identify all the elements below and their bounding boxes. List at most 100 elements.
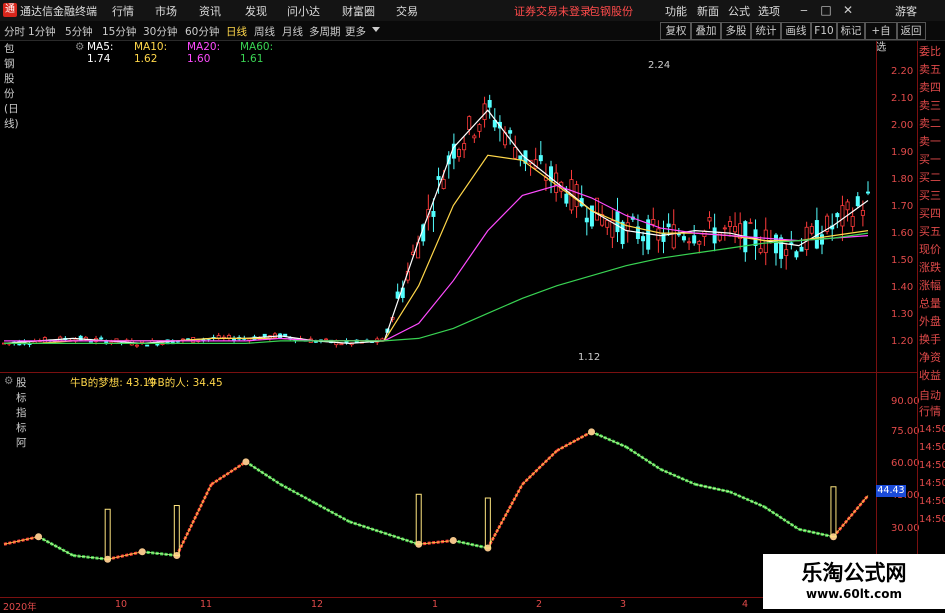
multi-stock-button[interactable]: 多股 [720, 22, 752, 40]
sidebar-item[interactable]: 卖四 [919, 81, 945, 95]
candle-body [666, 223, 671, 228]
sidebar-item[interactable]: 涨跌 [919, 261, 945, 275]
price-tick: 1.20 [891, 336, 914, 347]
app-logo: 通 [3, 3, 17, 17]
candle-body [845, 201, 850, 211]
menu-bar: 通 通达信金融终端 行情 市场 资讯 发现 问小达 财富圈 交易 证券交易未登录… [0, 0, 945, 22]
sidebar-item[interactable]: 换手 [919, 333, 945, 347]
menu-options[interactable]: 选项 [758, 3, 780, 19]
price-chart[interactable] [0, 55, 876, 371]
menu-ask[interactable]: 问小达 [287, 3, 320, 19]
sidebar-item[interactable]: 行情 [919, 405, 945, 419]
adjust-button[interactable]: 复权 [660, 22, 692, 40]
overlay-button[interactable]: 叠加 [690, 22, 722, 40]
sidebar-item[interactable]: 买二 [919, 171, 945, 185]
sidebar-item[interactable]: 卖一 [919, 135, 945, 149]
current-value-badge: 44.43 [876, 485, 906, 497]
candle-body [835, 213, 840, 218]
candle-body [758, 248, 763, 253]
indicator-core-line [245, 461, 281, 485]
sidebar-item[interactable]: 买一 [919, 153, 945, 167]
mark-button[interactable]: 标记 [836, 22, 866, 40]
period-tab[interactable]: 30分钟 [143, 24, 177, 39]
indicator-core-line [349, 521, 385, 534]
period-tab[interactable]: 5分钟 [65, 24, 93, 39]
menu-functions[interactable]: 功能 [665, 3, 687, 19]
f10-button[interactable]: F10 [810, 22, 838, 40]
indicator-core-line [625, 446, 661, 470]
candle-body [712, 227, 717, 244]
menu-trade[interactable]: 交易 [396, 3, 418, 19]
candle-body [722, 227, 727, 230]
indicator-core-line [211, 461, 247, 485]
sidebar-item[interactable]: 净资 [919, 351, 945, 365]
candle-body [860, 210, 865, 216]
price-tick: 1.80 [891, 174, 914, 185]
candle-body [145, 344, 150, 347]
settings-icon[interactable]: ⚙ [75, 41, 84, 53]
sidebar-item[interactable]: 委比 [919, 45, 945, 59]
sub-tick: 60.00 [891, 458, 920, 469]
sidebar-time: 14:50 [919, 514, 945, 525]
statistics-button[interactable]: 统计 [750, 22, 782, 40]
watermark-name: 乐淘公式网 [801, 561, 907, 585]
settings-icon[interactable]: ⚙ [4, 375, 13, 387]
guest-label[interactable]: 游客 [895, 3, 917, 19]
period-tab[interactable]: 15分钟 [102, 24, 136, 39]
candle-body [676, 233, 681, 236]
indicator-core-line [591, 431, 627, 448]
menu-wealth[interactable]: 财富圈 [342, 3, 375, 19]
sidebar-item[interactable]: 卖五 [919, 63, 945, 77]
sidebar-item[interactable]: 买五 [919, 225, 945, 239]
period-tab[interactable]: 多周期 [309, 24, 341, 39]
period-tab[interactable]: 60分钟 [185, 24, 219, 39]
period-tab[interactable]: 更多 [345, 24, 366, 39]
menu-discover[interactable]: 发现 [245, 3, 267, 19]
sidebar-item[interactable]: 涨幅 [919, 279, 945, 293]
candle-body [431, 211, 436, 217]
back-button[interactable]: 返回 [896, 22, 926, 40]
period-tab[interactable]: 分时 [4, 24, 25, 39]
menu-formula[interactable]: 公式 [728, 3, 750, 19]
add-favorite-button[interactable]: +自选 [864, 22, 898, 53]
indicator-core-line [107, 551, 143, 560]
minimize-icon[interactable]: ‒ [796, 2, 812, 18]
candle-body [584, 217, 589, 223]
sidebar-item[interactable]: 外盘 [919, 315, 945, 329]
sidebar-item[interactable]: 自动 [919, 389, 945, 403]
indicator-chart[interactable] [0, 388, 876, 596]
candle-body [804, 226, 809, 250]
period-tab[interactable]: 1分钟 [28, 24, 56, 39]
sidebar-item[interactable]: 现价 [919, 243, 945, 257]
draw-line-button[interactable]: 画线 [780, 22, 812, 40]
menu-new-page[interactable]: 新面 [697, 3, 719, 19]
ma-line-ma20 [4, 184, 869, 342]
indicator-core-line [384, 532, 419, 545]
close-icon[interactable]: ✕ [840, 2, 856, 18]
chevron-down-icon[interactable] [372, 27, 380, 32]
sidebar-item[interactable]: 总量 [919, 297, 945, 311]
candle-body [574, 184, 579, 208]
menu-news[interactable]: 资讯 [199, 3, 221, 19]
sub-tick: 90.00 [891, 396, 920, 407]
indicator-core-line [453, 540, 488, 549]
app-title: 通达信金融终端 [20, 5, 97, 18]
candle-body [109, 341, 114, 344]
period-tab[interactable]: 月线 [282, 24, 303, 39]
low-annotation: 1.12 [578, 352, 601, 363]
sidebar-item[interactable]: 卖三 [919, 99, 945, 113]
candle-body [508, 130, 513, 134]
period-tab-active[interactable]: 日线 [226, 24, 247, 39]
period-tab[interactable]: 周线 [254, 24, 275, 39]
sidebar-item[interactable]: 买三 [919, 189, 945, 203]
candle-body [866, 191, 871, 194]
sidebar-item[interactable]: 买四 [919, 207, 945, 221]
maximize-icon[interactable]: □ [818, 2, 834, 18]
menu-market[interactable]: 市场 [155, 3, 177, 19]
indicator-core-line [487, 484, 523, 549]
candle-body [518, 155, 523, 160]
sidebar-item[interactable]: 收益 [919, 369, 945, 383]
login-notice[interactable]: 证券交易未登录 [514, 3, 591, 19]
menu-quotes[interactable]: 行情 [112, 3, 134, 19]
sidebar-item[interactable]: 卖二 [919, 117, 945, 131]
